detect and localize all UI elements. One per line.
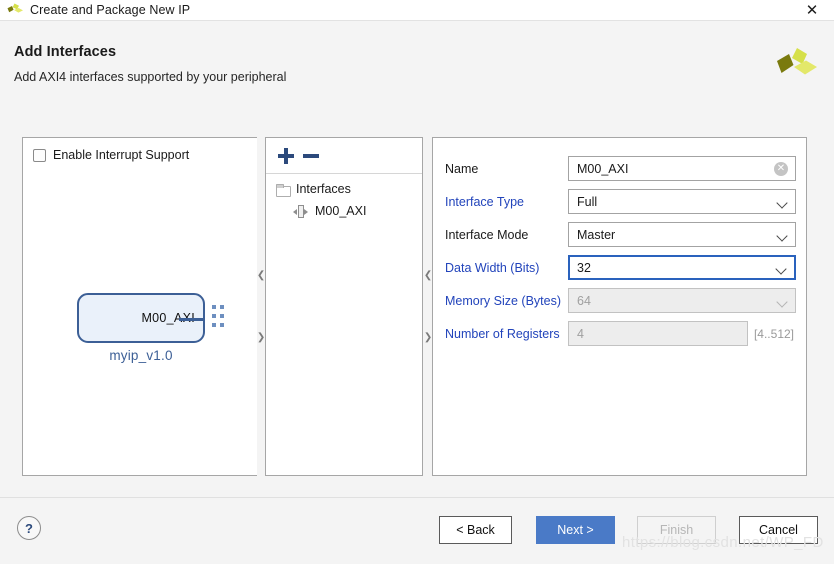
interface-properties-panel: Name M00_AXI ✕ Interface Type Full Inter… (432, 137, 807, 476)
enable-interrupt-support-checkbox[interactable] (33, 148, 46, 162)
create-package-ip-dialog: Create and Package New IP ✕ Add Interfac… (0, 0, 834, 564)
form-row-memory-size: Memory Size (Bytes) 64 (443, 284, 796, 317)
number-of-registers-label: Number of Registers (445, 326, 560, 341)
tree-node-label: Interfaces (296, 182, 351, 196)
page-header: Add Interfaces Add AXI4 interfaces suppo… (0, 22, 834, 126)
back-button-label: < Back (456, 523, 495, 537)
close-icon[interactable]: ✕ (790, 0, 834, 21)
chevron-left-icon[interactable]: ❮ (424, 246, 432, 306)
dialog-footer: ? < Back Next > Finish Cancel (0, 498, 834, 564)
splitter-left[interactable]: ❮ ❯ (257, 137, 265, 476)
chevron-down-icon (778, 199, 786, 207)
interface-mode-value: Master (577, 227, 616, 242)
back-button[interactable]: < Back (439, 516, 512, 544)
memory-size-label: Memory Size (Bytes) (445, 293, 561, 308)
memory-size-select: 64 (568, 288, 796, 313)
ip-preview-panel: Enable Interrupt Support M00_AXI myip_v1… (22, 137, 258, 476)
memory-size-value: 64 (577, 293, 591, 308)
interface-type-label: Interface Type (445, 194, 524, 209)
interface-mode-label: Interface Mode (445, 227, 529, 242)
data-width-select[interactable]: 32 (568, 255, 796, 280)
clear-icon[interactable]: ✕ (774, 161, 788, 176)
tree-node-m00-axi[interactable]: M00_AXI (266, 200, 422, 222)
data-width-label: Data Width (Bits) (445, 260, 540, 275)
ip-block-port-stub (179, 318, 205, 321)
finish-button: Finish (637, 516, 716, 544)
xilinx-logo-large-icon (774, 46, 818, 88)
title-bar: Create and Package New IP ✕ (0, 0, 834, 21)
name-label: Name (445, 161, 479, 176)
name-input[interactable]: M00_AXI ✕ (568, 156, 796, 181)
interface-type-value: Full (577, 194, 598, 209)
chevron-down-icon (778, 298, 786, 306)
interface-properties-form: Name M00_AXI ✕ Interface Type Full Inter… (433, 138, 806, 350)
form-row-data-width: Data Width (Bits) 32 (443, 251, 796, 284)
number-of-registers-range-hint: [4..512] (753, 326, 794, 341)
ip-block-pin-grid (212, 305, 226, 335)
interfaces-tree-panel: Interfaces M00_AXI (265, 137, 423, 476)
page-title: Add Interfaces (14, 44, 117, 60)
window-title: Create and Package New IP (30, 3, 191, 17)
next-button[interactable]: Next > (536, 516, 615, 544)
form-row-name: Name M00_AXI ✕ (443, 152, 796, 185)
chevron-right-icon[interactable]: ❯ (257, 308, 265, 368)
ip-block-diagram: M00_AXI myip_v1.0 (23, 293, 259, 363)
remove-interface-button[interactable] (303, 148, 319, 164)
help-button[interactable]: ? (17, 516, 41, 540)
form-row-interface-type: Interface Type Full (443, 185, 796, 218)
cancel-button[interactable]: Cancel (739, 516, 818, 544)
data-width-value: 32 (577, 260, 591, 275)
tree-node-label: M00_AXI (315, 204, 367, 218)
folder-icon (276, 183, 291, 197)
finish-button-label: Finish (659, 523, 694, 537)
xilinx-logo-icon (6, 3, 24, 17)
chevron-down-icon (777, 265, 785, 273)
enable-interrupt-support-label: Enable Interrupt Support (53, 148, 190, 162)
interface-type-select[interactable]: Full (568, 189, 796, 214)
form-row-number-of-registers: Number of Registers 4 [4..512] (443, 317, 796, 350)
next-button-label: Next > (557, 523, 594, 537)
chevron-left-icon[interactable]: ❮ (257, 246, 265, 306)
cancel-button-label: Cancel (759, 523, 798, 537)
tree-node-interfaces[interactable]: Interfaces (266, 178, 422, 200)
ip-block-shape[interactable]: M00_AXI (77, 293, 224, 343)
page-subtitle: Add AXI4 interfaces supported by your pe… (14, 70, 287, 84)
name-value: M00_AXI (577, 161, 629, 176)
interface-icon (293, 204, 308, 218)
ip-module-name: myip_v1.0 (109, 348, 173, 363)
chevron-right-icon[interactable]: ❯ (424, 308, 432, 368)
enable-interrupt-support-checkbox-row[interactable]: Enable Interrupt Support (33, 148, 189, 162)
interfaces-toolbar (266, 138, 422, 174)
add-interface-button[interactable] (278, 147, 294, 164)
number-of-registers-input: 4 (568, 321, 748, 346)
form-row-interface-mode: Interface Mode Master (443, 218, 796, 251)
number-of-registers-value: 4 (577, 326, 584, 341)
splitter-right[interactable]: ❮ ❯ (424, 137, 432, 476)
interface-mode-select[interactable]: Master (568, 222, 796, 247)
interfaces-tree: Interfaces M00_AXI (266, 178, 422, 222)
chevron-down-icon (778, 232, 786, 240)
